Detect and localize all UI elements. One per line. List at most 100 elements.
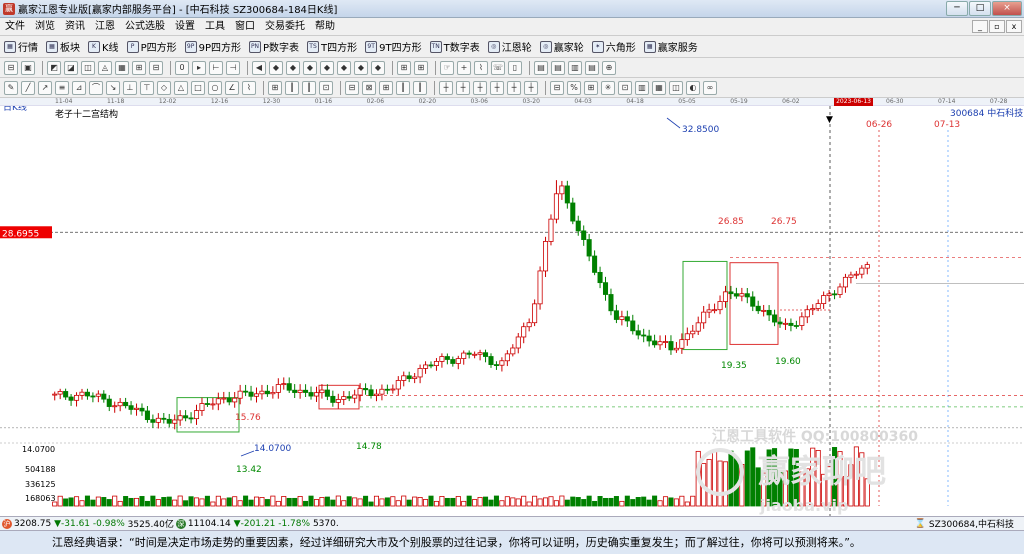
draw-tool-button-1[interactable]: ╱ [21,80,35,95]
nav-tool-button-2[interactable]: ◩ [47,60,61,75]
nav-tool-button-23[interactable]: ☞ [440,60,454,75]
menu-gann[interactable]: 江恩 [90,18,120,36]
nav-tool-button-19[interactable]: ◆ [354,60,368,75]
draw-tool-button-16[interactable]: ┃ [285,80,299,95]
draw-tool-button-14[interactable]: ⌇ [242,80,256,95]
toolbar-item-12[interactable]: ▦ 赢家服务 [643,39,698,54]
nav-tool-button-31[interactable]: ▤ [585,60,599,75]
draw-tool-button-26[interactable]: ┼ [473,80,487,95]
nav-tool-button-30[interactable]: ▥ [568,60,582,75]
menu-browse[interactable]: 浏览 [30,18,60,36]
draw-tool-button-0[interactable]: ✎ [4,80,18,95]
nav-tool-button-32[interactable]: ⊕ [602,60,616,75]
toolbar-item-7[interactable]: 9T 9T四方形 [365,39,422,54]
toolbar-item-4[interactable]: 9P 9P四方形 [184,39,241,54]
menu-formula[interactable]: 公式选股 [120,18,170,36]
toolbar-item-8[interactable]: TN T数字表 [429,39,480,54]
draw-tool-button-32[interactable]: ⊞ [584,80,598,95]
nav-tool-button-22[interactable]: ⊞ [414,60,428,75]
draw-tool-button-3[interactable]: ≡ [55,80,69,95]
nav-tool-button-7[interactable]: ⊞ [132,60,146,75]
nav-tool-button-17[interactable]: ◆ [320,60,334,75]
draw-tool-button-4[interactable]: ⊿ [72,80,86,95]
close-button[interactable]: × [992,1,1022,16]
menu-info[interactable]: 资讯 [60,18,90,36]
draw-tool-button-19[interactable]: ⊟ [345,80,359,95]
nav-tool-button-18[interactable]: ◆ [337,60,351,75]
nav-tool-button-8[interactable]: ⊟ [149,60,163,75]
toolbar-item-6[interactable]: TS T四方形 [307,39,357,54]
draw-tool-button-15[interactable]: ⊞ [268,80,282,95]
draw-tool-button-13[interactable]: ∠ [225,80,239,95]
draw-tool-button-29[interactable]: ┼ [524,80,538,95]
toolbar-item-3[interactable]: P P四方形 [126,39,177,54]
draw-tool-button-17[interactable]: ┃ [302,80,316,95]
toolbar-item-11[interactable]: ✶ 六角形 [591,39,636,54]
nav-tool-button-21[interactable]: ⊞ [397,60,411,75]
nav-tool-button-25[interactable]: ⌇ [474,60,488,75]
nav-tool-button-29[interactable]: ▤ [551,60,565,75]
draw-tool-button-5[interactable]: ⌒ [89,80,103,95]
sub-close-button[interactable]: x [1006,20,1022,33]
draw-tool-button-25[interactable]: ┼ [456,80,470,95]
draw-tool-button-27[interactable]: ┼ [490,80,504,95]
nav-tool-button-13[interactable]: ◀ [252,60,266,75]
nav-tool-button-6[interactable]: ▦ [115,60,129,75]
maximize-button[interactable]: □ [969,1,991,16]
menu-settings[interactable]: 设置 [170,18,200,36]
draw-tool-button-2[interactable]: ↗ [38,80,52,95]
menu-help[interactable]: 帮助 [310,18,340,36]
draw-tool-button-30[interactable]: ⊟ [550,80,564,95]
menu-window[interactable]: 窗口 [230,18,260,36]
nav-tool-button-12[interactable]: ⊣ [226,60,240,75]
menu-tools[interactable]: 工具 [200,18,230,36]
draw-tool-button-12[interactable]: ○ [208,80,222,95]
draw-tool-button-37[interactable]: ◫ [669,80,683,95]
draw-tool-button-21[interactable]: ⊞ [379,80,393,95]
nav-tool-button-26[interactable]: ☏ [491,60,505,75]
draw-tool-button-33[interactable]: ✳ [601,80,615,95]
menu-trade[interactable]: 交易委托 [260,18,310,36]
draw-tool-button-34[interactable]: ⊡ [618,80,632,95]
toolbar-item-0[interactable]: ▦ 行情 [4,39,38,54]
toolbar-item-5[interactable]: PN P数字表 [249,39,299,54]
toolbar-item-9[interactable]: ◎ 江恩轮 [487,39,532,54]
nav-tool-button-27[interactable]: ▯ [508,60,522,75]
nav-tool-button-20[interactable]: ◆ [371,60,385,75]
draw-tool-button-28[interactable]: ┼ [507,80,521,95]
nav-tool-button-28[interactable]: ▤ [534,60,548,75]
draw-tool-button-39[interactable]: ∞ [703,80,717,95]
draw-tool-button-11[interactable]: □ [191,80,205,95]
toolbar-item-10[interactable]: ◎ 赢家轮 [539,39,584,54]
draw-tool-button-24[interactable]: ┼ [439,80,453,95]
draw-tool-button-7[interactable]: ⊥ [123,80,137,95]
draw-tool-button-36[interactable]: ▦ [652,80,666,95]
nav-tool-button-5[interactable]: ◬ [98,60,112,75]
nav-tool-button-15[interactable]: ◆ [286,60,300,75]
nav-tool-button-3[interactable]: ◪ [64,60,78,75]
nav-tool-button-0[interactable]: ⊟ [4,60,18,75]
draw-tool-button-9[interactable]: ◇ [157,80,171,95]
draw-tool-button-20[interactable]: ⊠ [362,80,376,95]
nav-tool-button-10[interactable]: ▸ [192,60,206,75]
draw-tool-button-38[interactable]: ◐ [686,80,700,95]
nav-tool-button-16[interactable]: ◆ [303,60,317,75]
draw-tool-button-35[interactable]: ▥ [635,80,649,95]
toolbar-item-2[interactable]: K K线 [88,39,119,54]
nav-tool-button-4[interactable]: ◫ [81,60,95,75]
sub-minimize-button[interactable]: _ [972,20,988,33]
minimize-button[interactable]: ─ [946,1,968,16]
nav-tool-button-1[interactable]: ▣ [21,60,35,75]
menu-file[interactable]: 文件 [0,18,30,36]
draw-tool-button-10[interactable]: △ [174,80,188,95]
draw-tool-button-8[interactable]: ⊤ [140,80,154,95]
sub-restore-button[interactable]: ▫ [989,20,1005,33]
draw-tool-button-18[interactable]: ⊡ [319,80,333,95]
candlestick-chart[interactable]: 28.6955 日K线 老子十二宫结构 300684 中石科技 ▼ 06-26 07-13 1… [0,106,1024,516]
draw-tool-button-23[interactable]: ┃ [413,80,427,95]
toolbar-item-1[interactable]: ▦ 板块 [46,39,80,54]
nav-tool-button-11[interactable]: ⊢ [209,60,223,75]
nav-tool-button-9[interactable]: 0 [175,60,189,75]
nav-tool-button-14[interactable]: ◆ [269,60,283,75]
nav-tool-button-24[interactable]: + [457,60,471,75]
